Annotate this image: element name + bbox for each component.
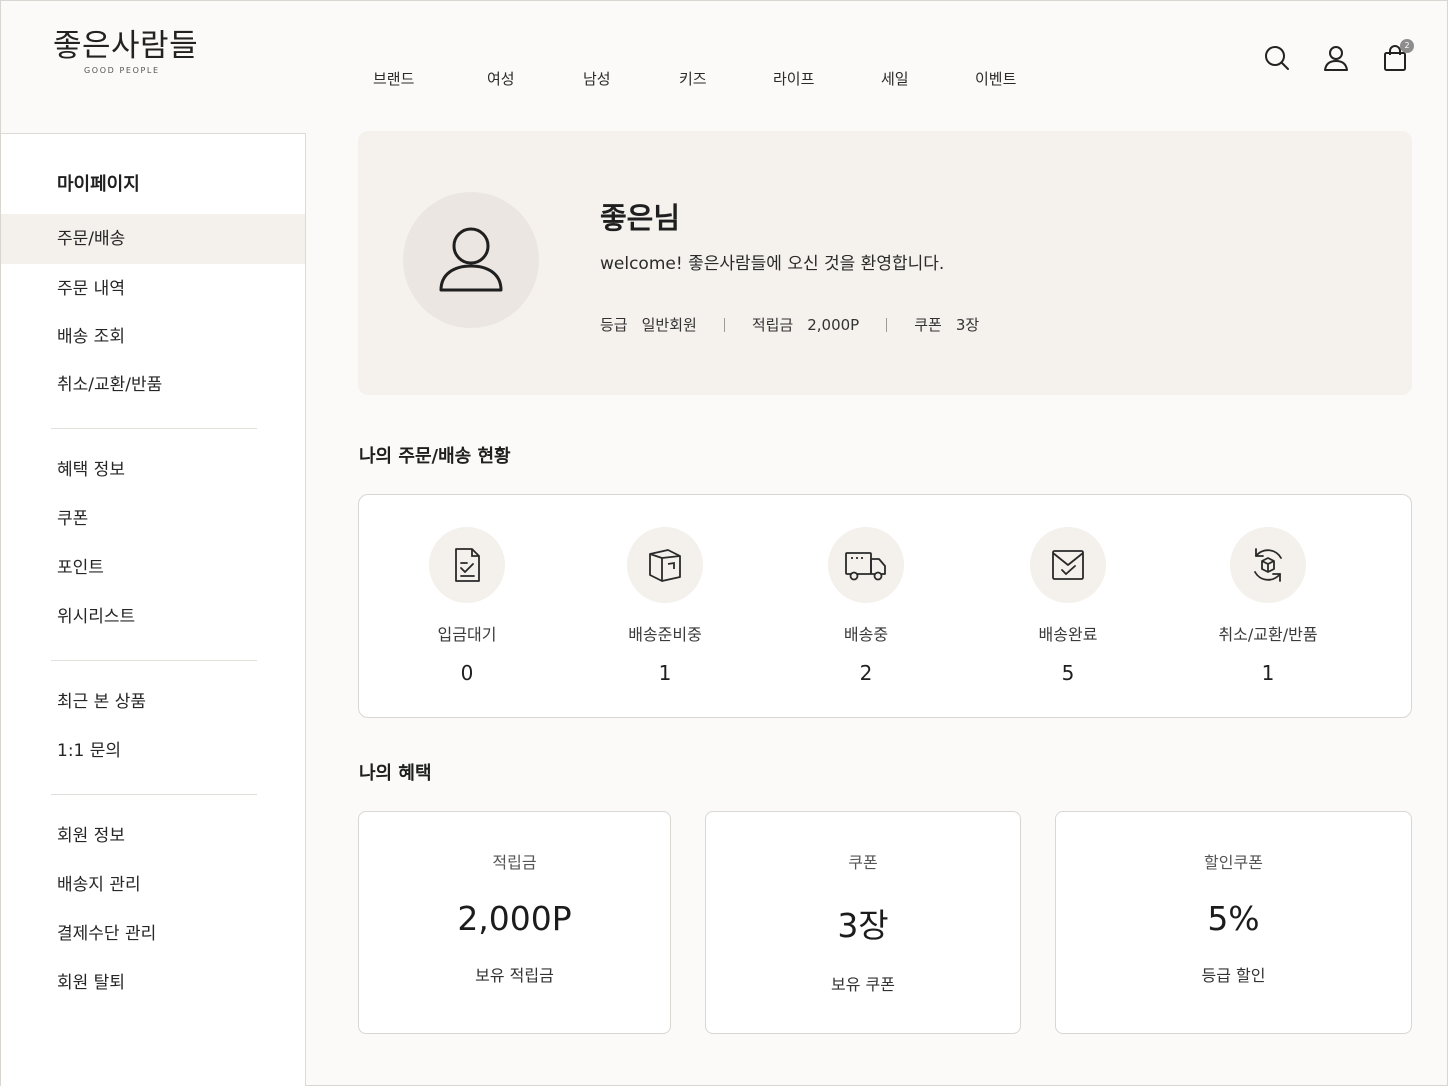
sidebar-item-inquiry[interactable]: 1:1 문의 (1, 726, 305, 776)
cart-count-badge: 2 (1400, 39, 1414, 53)
profile-card: 좋은님 welcome! 좋은사람들에 오신 것을 환영합니다. 등급 일반회원… (358, 131, 1412, 395)
benefits-title: 나의 혜택 (359, 763, 432, 784)
benefit-label: 할인쿠폰 (1204, 853, 1263, 872)
benefit-sub: 보유 적립금 (475, 966, 554, 985)
status-awaiting-payment[interactable]: 입금대기 0 (387, 527, 547, 685)
page-frame: 좋은사람들 GOOD PEOPLE 브랜드 여성 남성 키즈 라이프 세일 이벤… (0, 0, 1448, 1086)
nav-item-men[interactable]: 남성 (583, 68, 611, 89)
sidebar-item-wishlist[interactable]: 위시리스트 (1, 592, 305, 642)
coupon-value: 3장 (955, 316, 980, 334)
profile-stats: 등급 일반회원 적립금 2,000P 쿠폰 3장 (600, 314, 979, 335)
status-label: 입금대기 (437, 625, 497, 644)
sidebar-divider (51, 428, 257, 429)
points-label: 적립금 (751, 316, 794, 334)
nav-item-event[interactable]: 이벤트 (975, 68, 1016, 89)
avatar (403, 192, 539, 328)
status-icon-circle (828, 527, 904, 603)
sidebar-item-cancel-exchange-return[interactable]: 취소/교환/반품 (1, 360, 305, 410)
sidebar: 마이페이지 주문/배송 주문 내역 배송 조회 취소/교환/반품 혜택 정보 쿠… (1, 133, 306, 1086)
sidebar-item-payment-management[interactable]: 결제수단 관리 (1, 909, 305, 959)
return-cycle-icon (1254, 548, 1282, 582)
status-count: 2 (859, 661, 873, 685)
sidebar-item-coupons[interactable]: 쿠폰 (1, 494, 305, 544)
sidebar-item-member-info[interactable]: 회원 정보 (1, 811, 305, 861)
document-check-icon (455, 548, 480, 582)
sidebar-item-address-management[interactable]: 배송지 관리 (1, 860, 305, 910)
sidebar-item-benefits[interactable]: 혜택 정보 (1, 445, 305, 495)
status-icon-circle (627, 527, 703, 603)
delivery-truck-icon (845, 552, 886, 581)
benefit-label: 쿠폰 (848, 853, 878, 872)
stats-separator (723, 317, 725, 332)
benefit-value: 2,000P (457, 899, 572, 938)
logo-text: 좋은사람들 (53, 28, 199, 64)
sidebar-item-withdraw[interactable]: 회원 탈퇴 (1, 958, 305, 1008)
sidebar-item-order-history[interactable]: 주문 내역 (1, 264, 305, 314)
status-count: 0 (460, 661, 474, 685)
status-preparing[interactable]: 배송준비중 1 (585, 527, 745, 685)
user-avatar-icon (439, 227, 503, 292)
benefit-sub: 보유 쿠폰 (831, 975, 895, 994)
benefit-value: 5% (1207, 899, 1260, 938)
status-icon-circle (429, 527, 505, 603)
sidebar-title: 마이페이지 (57, 174, 140, 195)
logo-subtext: GOOD PEOPLE (84, 66, 160, 75)
status-label: 취소/교환/반품 (1218, 625, 1318, 644)
benefit-label: 적립금 (492, 853, 537, 872)
benefit-card-discount[interactable]: 할인쿠폰 5% 등급 할인 (1055, 811, 1412, 1034)
grade-value: 일반회원 (641, 316, 697, 334)
status-count: 1 (1261, 661, 1275, 685)
nav-item-life[interactable]: 라이프 (773, 68, 814, 89)
status-icon-circle (1230, 527, 1306, 603)
sidebar-item-delivery-tracking[interactable]: 배송 조회 (1, 312, 305, 362)
profile-welcome: welcome! 좋은사람들에 오신 것을 환영합니다. (600, 254, 945, 274)
status-count: 5 (1061, 661, 1075, 685)
status-label: 배송준비중 (628, 625, 702, 644)
status-in-transit[interactable]: 배송중 2 (786, 527, 946, 685)
status-icon-circle (1030, 527, 1106, 603)
benefit-card-points[interactable]: 적립금 2,000P 보유 적립금 (358, 811, 671, 1034)
site-logo[interactable]: 좋은사람들 GOOD PEOPLE (53, 27, 203, 75)
status-label: 배송중 (843, 625, 889, 644)
user-icon[interactable] (1321, 43, 1351, 73)
sidebar-divider (51, 794, 257, 795)
box-check-icon (1052, 550, 1084, 580)
nav-item-sale[interactable]: 세일 (881, 68, 909, 89)
benefit-card-coupons[interactable]: 쿠폰 3장 보유 쿠폰 (705, 811, 1021, 1034)
grade-label: 등급 (600, 316, 628, 334)
benefit-value: 3장 (837, 906, 889, 945)
stats-separator (886, 317, 888, 332)
benefit-sub: 등급 할인 (1201, 966, 1266, 985)
search-icon[interactable] (1262, 43, 1292, 73)
sidebar-item-recently-viewed[interactable]: 최근 본 상품 (1, 677, 305, 727)
sidebar-item-points[interactable]: 포인트 (1, 543, 305, 593)
nav-item-women[interactable]: 여성 (487, 68, 515, 89)
status-delivered[interactable]: 배송완료 5 (988, 527, 1148, 685)
nav-item-brand[interactable]: 브랜드 (373, 68, 414, 89)
status-label: 배송완료 (1038, 625, 1098, 644)
sidebar-divider (51, 660, 257, 661)
coupon-label: 쿠폰 (914, 316, 942, 334)
points-value: 2,000P (807, 315, 860, 334)
package-box-icon (649, 549, 681, 582)
sidebar-item-orders-delivery[interactable]: 주문/배송 (1, 214, 305, 264)
order-status-box: 입금대기 0 배송준비중 1 배송중 2 배송완료 5 취소/교환/반품 1 (358, 494, 1412, 718)
status-count: 1 (658, 661, 672, 685)
order-status-title: 나의 주문/배송 현황 (359, 446, 511, 467)
status-cancel-exchange-return[interactable]: 취소/교환/반품 1 (1188, 527, 1348, 685)
nav-item-kids[interactable]: 키즈 (679, 68, 707, 89)
profile-name: 좋은님 (600, 201, 681, 235)
